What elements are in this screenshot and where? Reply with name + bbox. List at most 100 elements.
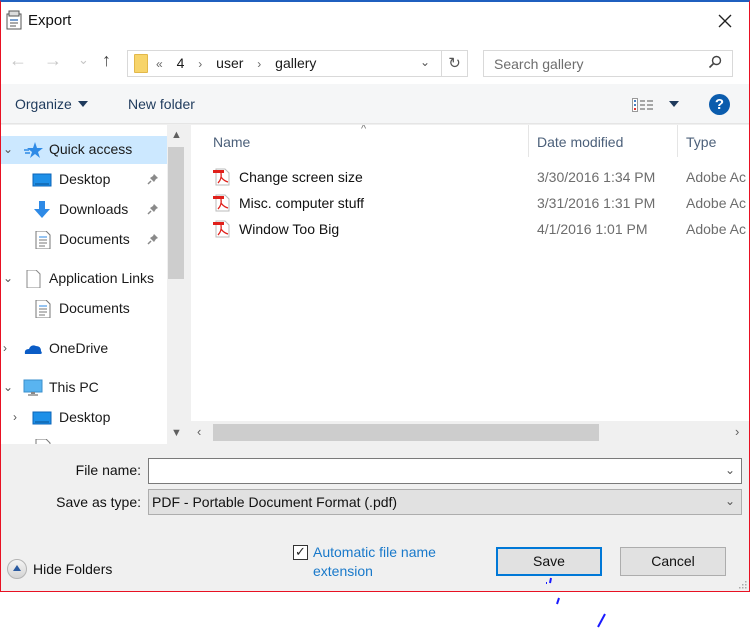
search-box bbox=[483, 50, 733, 77]
command-toolbar: Organize New folder ? bbox=[1, 84, 749, 124]
file-name: Change screen size bbox=[239, 169, 363, 185]
file-row[interactable]: Window Too Big 4/1/2016 1:01 PM Adobe Ac bbox=[191, 217, 749, 241]
sidebar-item-label: Documents bbox=[59, 231, 130, 247]
navigation-pane: ⌄ Quick access Desktop Downloads Documen… bbox=[1, 125, 167, 444]
file-name-label: File name: bbox=[75, 462, 141, 478]
annotation-stroke bbox=[597, 613, 606, 628]
chevron-right-icon[interactable]: › bbox=[3, 341, 7, 355]
save-as-type-label: Save as type: bbox=[56, 494, 141, 510]
scrollbar-thumb[interactable] bbox=[213, 424, 599, 441]
help-icon: ? bbox=[714, 96, 725, 113]
column-divider[interactable] bbox=[528, 125, 529, 157]
cloud-icon bbox=[24, 345, 42, 354]
automatic-extension-label: Automatic file name extension bbox=[313, 544, 436, 579]
pin-icon[interactable] bbox=[147, 173, 159, 185]
column-header-date[interactable]: Date modified bbox=[537, 134, 623, 150]
annotation-stroke bbox=[556, 597, 560, 605]
sidebar-item-quick-access[interactable]: ⌄ Quick access bbox=[1, 136, 167, 164]
pin-icon[interactable] bbox=[147, 233, 159, 245]
file-list: ^ Name Date modified Type Change screen … bbox=[191, 125, 749, 421]
scroll-down-icon[interactable]: ▼ bbox=[171, 427, 182, 439]
selected-file-type: PDF - Portable Document Format (.pdf) bbox=[152, 494, 398, 510]
refresh-icon: ↻ bbox=[448, 55, 461, 72]
sidebar-item-partial[interactable] bbox=[1, 434, 167, 444]
sidebar-item-onedrive[interactable]: › OneDrive bbox=[1, 335, 167, 363]
details-view-icon[interactable] bbox=[632, 98, 654, 112]
column-divider[interactable] bbox=[677, 125, 678, 157]
file-row[interactable]: Change screen size 3/30/2016 1:34 PM Ado… bbox=[191, 165, 749, 189]
chevron-down-icon[interactable]: ⌄ bbox=[3, 271, 13, 285]
chevron-down-icon: ⌄ bbox=[78, 52, 89, 67]
caret-down-icon bbox=[669, 101, 679, 107]
download-icon bbox=[34, 201, 50, 218]
view-options-button[interactable] bbox=[663, 96, 679, 112]
sidebar-item-label: Downloads bbox=[59, 201, 129, 217]
sidebar-item-documents[interactable]: Documents bbox=[1, 226, 167, 254]
sidebar-item-label: Desktop bbox=[59, 409, 111, 425]
search-input[interactable] bbox=[484, 51, 694, 76]
breadcrumb-item[interactable]: 4 bbox=[177, 55, 185, 71]
chevron-down-icon[interactable]: ⌄ bbox=[725, 463, 735, 477]
scroll-left-icon[interactable]: ‹ bbox=[197, 424, 201, 439]
up-button[interactable]: ↑ bbox=[102, 50, 111, 71]
file-row[interactable]: Misc. computer stuff 3/31/2016 1:31 PM A… bbox=[191, 191, 749, 215]
save-button[interactable]: Save bbox=[496, 547, 602, 576]
breadcrumb-item[interactable]: user bbox=[216, 55, 243, 71]
caret-down-icon bbox=[77, 101, 88, 107]
new-folder-button[interactable]: New folder bbox=[128, 96, 195, 112]
search-icon[interactable] bbox=[708, 55, 722, 69]
column-header-name[interactable]: Name bbox=[213, 134, 250, 150]
scrollbar-thumb[interactable] bbox=[168, 147, 184, 279]
chevron-down-icon[interactable]: ⌄ bbox=[3, 142, 13, 156]
file-name-combobox: ⌄ bbox=[148, 458, 742, 484]
resize-grip-icon[interactable] bbox=[739, 581, 747, 589]
sidebar-item-downloads[interactable]: Downloads bbox=[1, 196, 167, 224]
breadcrumb-separator[interactable]: › bbox=[257, 57, 261, 71]
recent-locations-button[interactable]: ⌄ bbox=[78, 52, 89, 68]
chevron-right-icon[interactable]: › bbox=[13, 410, 17, 424]
help-button[interactable]: ? bbox=[709, 94, 730, 115]
sidebar-item-documents[interactable]: Documents bbox=[1, 295, 167, 323]
pdf-file-icon bbox=[213, 194, 230, 212]
sidebar-item-this-pc[interactable]: ⌄ This PC bbox=[1, 374, 167, 402]
document-icon bbox=[35, 231, 51, 249]
navigation-bar: ← → ⌄ ↑ « 4 › user › gallery ⌄ ↻ bbox=[1, 40, 749, 84]
sidebar-item-label: OneDrive bbox=[49, 340, 109, 356]
organize-button[interactable]: Organize bbox=[15, 96, 88, 112]
scroll-right-icon[interactable]: › bbox=[735, 424, 739, 439]
sort-ascending-icon: ^ bbox=[361, 125, 367, 135]
file-name-input[interactable] bbox=[149, 459, 709, 483]
sidebar-item-label: Documents bbox=[59, 300, 130, 316]
sidebar-item-application-links[interactable]: ⌄ Application Links bbox=[1, 265, 167, 293]
pin-icon[interactable] bbox=[147, 203, 159, 215]
hide-folders-label: Hide Folders bbox=[33, 561, 113, 577]
chevron-down-icon: ⌄ bbox=[724, 494, 735, 508]
forward-button[interactable]: → bbox=[44, 50, 62, 71]
breadcrumb-overflow[interactable]: « bbox=[156, 57, 163, 71]
save-as-type-select[interactable]: PDF - Portable Document Format (.pdf) ⌄ bbox=[148, 489, 742, 515]
scroll-up-icon[interactable]: ▲ bbox=[171, 129, 182, 141]
back-arrow-icon: ← bbox=[9, 50, 27, 70]
sidebar-item-desktop[interactable]: Desktop bbox=[1, 166, 167, 194]
page-icon bbox=[26, 270, 41, 288]
address-bar[interactable]: « 4 › user › gallery ⌄ bbox=[127, 50, 442, 77]
sidebar-item-desktop[interactable]: › Desktop bbox=[1, 404, 167, 432]
document-icon bbox=[35, 439, 51, 444]
sidebar-item-label: This PC bbox=[49, 379, 99, 395]
breadcrumb-item[interactable]: gallery bbox=[275, 55, 316, 71]
cancel-button[interactable]: Cancel bbox=[620, 547, 726, 576]
export-dialog: Export ← → ⌄ ↑ « 4 › user › gallery ⌄ ↻ bbox=[0, 0, 750, 592]
pdf-file-icon bbox=[213, 220, 230, 238]
organize-label: Organize bbox=[15, 96, 72, 112]
back-button[interactable]: ← bbox=[9, 50, 27, 71]
chevron-down-icon[interactable]: ⌄ bbox=[3, 380, 13, 394]
close-button[interactable] bbox=[711, 8, 739, 34]
sidebar-scrollbar[interactable]: ▲ ▼ bbox=[167, 125, 185, 444]
column-header-type[interactable]: Type bbox=[686, 134, 716, 150]
address-dropdown-icon[interactable]: ⌄ bbox=[420, 55, 430, 69]
desktop-icon bbox=[32, 411, 52, 425]
file-list-horizontal-scrollbar[interactable]: ‹ › bbox=[191, 421, 749, 444]
refresh-button[interactable]: ↻ bbox=[442, 50, 468, 77]
breadcrumb-separator[interactable]: › bbox=[198, 57, 202, 71]
checkmark-icon[interactable]: ✓ bbox=[293, 545, 308, 560]
